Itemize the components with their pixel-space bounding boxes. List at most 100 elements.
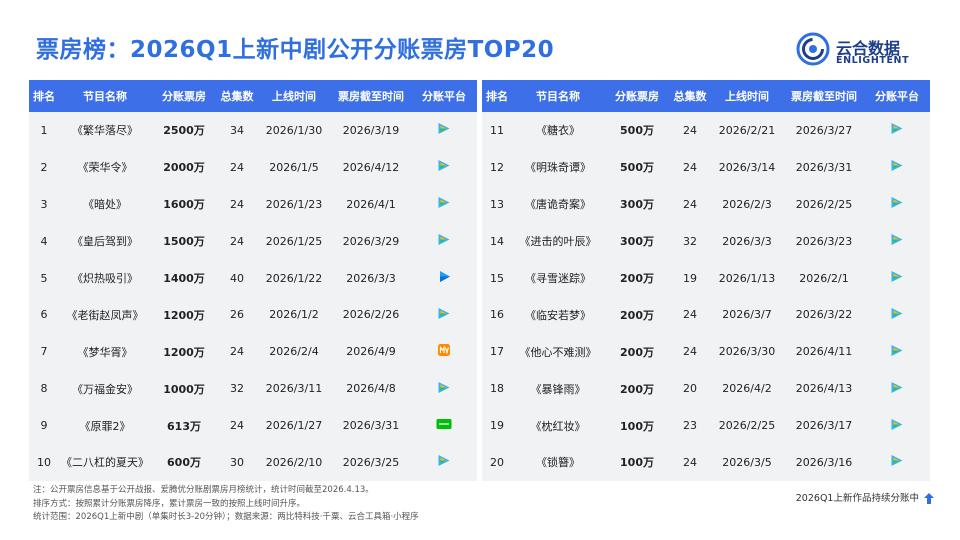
platform-cell [864,454,930,470]
tencent-video-icon [890,418,904,434]
platform-cell [864,381,930,397]
episodes-cell: 24 [230,160,244,174]
platform-cell [864,122,930,138]
box-office-cell: 1200万 [163,308,205,322]
platform-cell [411,270,477,286]
rank-cell: 3 [40,197,48,211]
rank-cell: 4 [40,234,48,248]
release-date-cell: 2026/1/25 [265,234,323,248]
box-office-cell: 200万 [620,272,654,285]
rank-cell: 13 [490,197,504,211]
release-date-cell: 2026/2/10 [265,455,323,469]
rank-cell: 7 [40,345,48,359]
title-cell: 《暴锋雨》 [530,382,586,396]
platform-cell [864,196,930,212]
title-cell: 《锁簪》 [536,456,580,470]
cutoff-date-cell: 2026/3/3 [346,271,396,285]
table-body: 11 《糖衣》 500万 24 2026/2/21 2026/3/27 12 《明珠奇谭》 50… [482,112,930,481]
cutoff-date-cell: 2026/3/23 [795,234,853,248]
rank-cell: 16 [490,308,504,322]
cutoff-date-cell: 2026/3/22 [795,308,853,322]
ranking-table-right: 排名 节目名称 分账票房 总集数 上线时间 票房截至时间 分账平台 11 《糖衣》… [482,80,930,481]
footnote-line: 排序方式：按照累计分账票房降序，累计票房一致的按照上线时间升序。 [33,498,306,509]
table-row: 6 《老街赵凤声》 1200万 26 2026/1/2 2026/2/26 [29,296,477,333]
episodes-cell: 24 [683,345,697,359]
table-row: 9 《原罪2》 613万 24 2026/1/27 2026/3/31 [29,407,477,444]
table-row: 4 《皇后驾到》 1500万 24 2026/1/25 2026/3/29 [29,223,477,260]
episodes-cell: 24 [683,123,697,137]
tencent-video-icon [890,233,904,249]
platform-cell [411,418,477,433]
title-cell: 《他心不难测》 [519,345,597,359]
title-cell: 《枕红妆》 [530,419,586,433]
rank-cell: 5 [40,271,48,285]
table-row: 16 《临安若梦》 200万 24 2026/3/7 2026/3/22 [482,296,930,333]
promo-note: 2026Q1上新作品持续分账中 [796,490,934,504]
promo-text: 2026Q1上新作品持续分账中 [795,493,919,504]
cutoff-date-cell: 2026/3/27 [795,123,853,137]
table-row: 5 《炽热吸引》 1400万 40 2026/1/22 2026/3/3 [29,260,477,297]
episodes-cell: 26 [230,308,244,322]
box-office-cell: 2000万 [163,161,205,175]
title-cell: 《明珠奇谭》 [525,161,591,175]
tencent-video-icon [437,196,451,212]
box-office-cell: 500万 [620,124,654,138]
episodes-cell: 24 [230,345,244,359]
platform-cell [411,159,477,175]
release-date-cell: 2026/3/30 [718,345,776,359]
tencent-video-icon [437,159,451,175]
episodes-cell: 30 [230,455,244,469]
box-office-cell: 1200万 [163,345,205,359]
table-header: 排名 节目名称 分账票房 总集数 上线时间 票房截至时间 分账平台 [29,80,477,112]
rank-cell: 10 [37,455,51,469]
table-row: 15 《寻雪迷踪》 200万 19 2026/1/13 2026/2/1 [482,260,930,297]
tencent-video-icon [890,122,904,138]
header-rank: 排名 [486,90,508,103]
table-row: 7 《梦华胥》 1200万 24 2026/2/4 2026/4/9 [29,333,477,370]
release-date-cell: 2026/1/27 [265,419,323,433]
iqiyi-icon [436,418,452,433]
title-cell: 《皇后驾到》 [72,235,138,249]
episodes-cell: 32 [683,234,697,248]
rank-cell: 6 [40,308,48,322]
cutoff-date-cell: 2026/3/16 [795,455,853,469]
rank-cell: 11 [490,123,504,137]
title-cell: 《荣华令》 [77,161,133,175]
rank-cell: 18 [490,382,504,396]
header-name: 节目名称 [536,90,580,103]
episodes-cell: 24 [683,197,697,211]
tencent-video-icon [437,233,451,249]
tencent-video-icon [890,344,904,360]
cutoff-date-cell: 2026/4/13 [795,382,853,396]
platform-cell [411,454,477,470]
episodes-cell: 24 [683,455,697,469]
cutoff-date-cell: 2026/2/26 [342,308,400,322]
title-cell: 《二八杠的夏天》 [61,456,149,470]
enlightent-logo-icon [796,32,830,66]
release-date-cell: 2026/2/3 [722,197,772,211]
header-end: 票房截至时间 [338,90,404,103]
release-date-cell: 2026/1/23 [265,197,323,211]
tencent-video-icon [437,307,451,323]
box-office-cell: 613万 [167,419,201,433]
cutoff-date-cell: 2026/4/9 [346,345,396,359]
box-office-cell: 200万 [620,345,654,359]
table-body: 1 《繁华落尽》 2500万 34 2026/1/30 2026/3/19 2 《荣华令》 20… [29,112,477,481]
cutoff-date-cell: 2026/4/12 [342,160,400,174]
rank-cell: 15 [490,271,504,285]
release-date-cell: 2026/4/2 [722,382,772,396]
box-office-cell: 200万 [620,308,654,322]
box-office-cell: 300万 [620,235,654,249]
platform-cell [864,159,930,175]
table-row: 2 《荣华令》 2000万 24 2026/1/5 2026/4/12 [29,149,477,186]
cutoff-date-cell: 2026/4/1 [346,197,396,211]
tencent-video-icon [437,122,451,138]
box-office-cell: 600万 [167,456,201,470]
release-date-cell: 2026/2/25 [718,419,776,433]
platform-cell [411,343,477,360]
table-row: 12 《明珠奇谭》 500万 24 2026/3/14 2026/3/31 [482,149,930,186]
platform-cell [864,233,930,249]
episodes-cell: 20 [683,382,697,396]
release-date-cell: 2026/2/21 [718,123,776,137]
rank-cell: 9 [40,419,48,433]
